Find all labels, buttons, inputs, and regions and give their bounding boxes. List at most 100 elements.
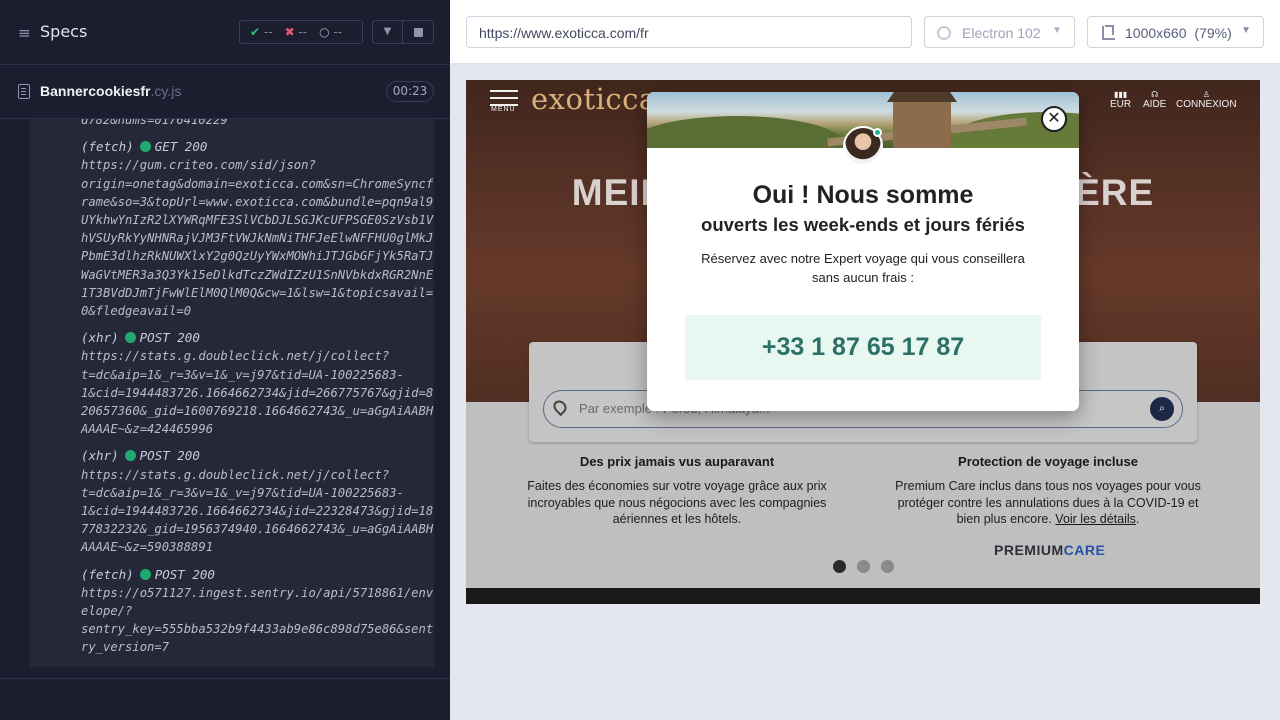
cypress-runner-panel: ≡ Specs ✔ -- ✖ -- ○ -- ▼ Bannercookiesfr.… bbox=[0, 0, 450, 720]
electron-icon bbox=[937, 26, 951, 40]
request-url-line: AAAAE~&z=590388891 bbox=[81, 540, 214, 555]
request-url-line: UYkhwYnIzR2lXYWRqMFE3SlVCbDJLSGJKcUFPSGE… bbox=[81, 213, 434, 228]
request-url-line: 77832232&_gid=1956374940.1664662743&_u=a… bbox=[81, 522, 434, 537]
spinner-icon: ○ bbox=[319, 25, 330, 39]
contact-popup-modal: ✕ Oui ! Nous somme ouverts les week-ends… bbox=[647, 92, 1079, 411]
request-method-status: GET 200 bbox=[154, 139, 208, 155]
status-dot-icon bbox=[124, 332, 136, 344]
request-url-line: WaGVtMER3a3Q3Yk15eDlkdTczZWdIZzU1SnNVbkd… bbox=[81, 267, 434, 282]
chevron-down-icon: ▼ bbox=[1241, 25, 1251, 36]
request-entry-header[interactable]: (xhr) POST 200 bbox=[30, 447, 434, 465]
request-entry-header[interactable]: (fetch) GET 200 bbox=[30, 138, 434, 156]
request-method-status: POST 200 bbox=[154, 566, 215, 582]
specs-list-icon: ≡ bbox=[18, 23, 31, 42]
feature-desc: Premium Care inclus dans tous nos voyage… bbox=[895, 479, 1201, 526]
carousel-dot-1[interactable] bbox=[833, 560, 846, 573]
spec-file-header: Bannercookiesfr.cy.js 00:23 bbox=[0, 65, 450, 119]
flag-fr-icon: ▮▮▮ bbox=[1113, 90, 1128, 99]
modal-title: Oui ! Nous somme bbox=[752, 181, 974, 209]
menu-label: MENU bbox=[491, 106, 516, 113]
location-pin-icon bbox=[550, 397, 570, 417]
modal-subtitle: ouverts les week-ends et jours fériés bbox=[701, 214, 1025, 235]
check-icon: ✔ bbox=[250, 25, 261, 39]
feature-protection: Protection de voyage incluse Premium Car… bbox=[893, 454, 1203, 528]
file-icon bbox=[18, 84, 30, 99]
feature-title: Des prix jamais vus auparavant bbox=[579, 454, 775, 469]
spec-duration: 00:23 bbox=[386, 81, 434, 102]
request-url-line: AAAAE~&z=424465996 bbox=[81, 422, 214, 437]
viewport-size: 1000x660 bbox=[1125, 25, 1187, 41]
failed-stat: ✖ -- bbox=[284, 25, 308, 39]
specs-header: ≡ Specs ✔ -- ✖ -- ○ -- ▼ bbox=[0, 0, 450, 65]
online-status-dot bbox=[873, 128, 882, 137]
passed-stat: ✔ -- bbox=[250, 25, 273, 39]
spec-file-name[interactable]: Bannercookiesfr.cy.js bbox=[40, 83, 181, 99]
request-type: (xhr) bbox=[81, 330, 119, 346]
log-line: d782&nums=0176410229 bbox=[81, 119, 228, 127]
request-url-line: rame&so=3&topUrl=www.exoticca.com&bundle… bbox=[81, 194, 434, 209]
request-method-status: POST 200 bbox=[139, 448, 200, 464]
close-modal-button[interactable]: ✕ bbox=[1041, 106, 1067, 132]
request-url-line: https://stats.g.doubleclick.net/j/collec… bbox=[81, 349, 390, 364]
chevron-down-icon: ▼ bbox=[1052, 25, 1062, 36]
command-log[interactable]: d782&nums=0176410229 (fetch) GET 200 https… bbox=[30, 119, 434, 667]
details-link[interactable]: Voir les détails bbox=[1055, 512, 1136, 526]
modal-text: Réservez avec notre Expert voyage qui vo… bbox=[701, 251, 1025, 285]
request-url-line: 0&fledgeavail=0 bbox=[81, 304, 192, 319]
request-type: (fetch) bbox=[81, 566, 134, 582]
specs-label: Specs bbox=[40, 22, 88, 41]
test-stats: ✔ -- ✖ -- ○ -- bbox=[239, 20, 363, 44]
login-link[interactable]: ♙ CONNEXION bbox=[1176, 90, 1237, 110]
request-url-line: origin=onetag&domain=exoticca.com&sn=Chr… bbox=[81, 176, 434, 191]
request-method-status: POST 200 bbox=[139, 330, 200, 346]
stop-button[interactable] bbox=[403, 20, 434, 44]
phone-number-button[interactable]: +33 1 87 65 17 87 bbox=[685, 315, 1041, 380]
request-url-line: sentry_key=555bba532b9f4433ab9e86c898d75… bbox=[81, 622, 434, 637]
request-url-line: 1T3BVdDJmTjFwWlElM0QlM0Q&cw=1&lsw=1&topi… bbox=[81, 285, 434, 300]
carousel-dot-2[interactable] bbox=[857, 560, 870, 573]
currency-selector[interactable]: ▮▮▮ EUR bbox=[1110, 90, 1131, 110]
request-url-line: hVSUyRkYyNHNRajVJM3FtVWJkNmNiTHFJeElwNFF… bbox=[81, 231, 434, 246]
request-type: (fetch) bbox=[81, 139, 134, 155]
request-url-line: https://stats.g.doubleclick.net/j/collec… bbox=[81, 467, 390, 482]
site-footer bbox=[466, 588, 1260, 604]
viewport-zoom: (79%) bbox=[1194, 25, 1232, 41]
request-url-line: PbmE3dlhzRkNUWXlxY2g0QzUyYWxMOWhiJTJGbGF… bbox=[81, 249, 434, 264]
status-dot-icon bbox=[139, 568, 151, 580]
carousel-dot-3[interactable] bbox=[881, 560, 894, 573]
browser-topbar: https://www.exoticca.com/fr Electron 102… bbox=[450, 0, 1280, 64]
x-icon: ✖ bbox=[284, 25, 295, 39]
request-entry-header[interactable]: (fetch) POST 200 bbox=[30, 566, 434, 584]
feature-title: Protection de voyage incluse bbox=[958, 454, 1138, 469]
browser-selector[interactable]: Electron 102 ▼ bbox=[924, 16, 1075, 48]
help-link[interactable]: ☊ AIDE bbox=[1143, 90, 1166, 110]
status-dot-icon bbox=[124, 450, 136, 462]
divider bbox=[0, 678, 450, 679]
specs-toggle[interactable]: ≡ Specs bbox=[18, 22, 87, 42]
request-type: (xhr) bbox=[81, 448, 119, 464]
request-url-line: https://gum.criteo.com/sid/json? bbox=[81, 158, 316, 173]
request-url-line: t=dc&aip=1&_r=3&v=1&_v=j97&tid=UA-100225… bbox=[81, 485, 404, 500]
request-url-line: 1&cid=1944483726.1664662734&jid=26677576… bbox=[81, 385, 434, 400]
site-logo[interactable]: exoticca bbox=[531, 82, 657, 116]
request-url-line: elope/? bbox=[81, 604, 133, 619]
request-url-line: https://o571127.ingest.sentry.io/api/571… bbox=[81, 585, 434, 600]
request-url-line: 20657360&_gid=1600769218.1664662743&_u=a… bbox=[81, 404, 434, 419]
request-url-line: ry_version=7 bbox=[81, 640, 170, 655]
pending-stat: ○ -- bbox=[319, 25, 343, 39]
feature-desc: Faites des économies sur votre voyage gr… bbox=[527, 479, 827, 526]
search-icon[interactable]: ⌕ bbox=[1150, 397, 1174, 421]
premium-care-logo: PREMIUMCARE bbox=[994, 542, 1106, 558]
headset-icon: ☊ bbox=[1151, 90, 1159, 99]
stop-icon bbox=[414, 28, 423, 37]
viewport-icon bbox=[1102, 25, 1115, 40]
viewport-selector[interactable]: 1000x660 (79%) ▼ bbox=[1087, 16, 1264, 48]
user-icon: ♙ bbox=[1202, 90, 1210, 99]
feature-prices: Des prix jamais vus auparavant Faites de… bbox=[522, 454, 832, 528]
request-url-line: 1&cid=1944483726.1664662734&jid=22328473… bbox=[81, 504, 434, 519]
command-log-content: d782&nums=0176410229 (fetch) GET 200 https… bbox=[30, 119, 434, 657]
request-entry-header[interactable]: (xhr) POST 200 bbox=[30, 329, 434, 347]
chevron-down-icon: ▼ bbox=[383, 26, 392, 37]
collapse-button[interactable]: ▼ bbox=[372, 20, 403, 44]
url-field[interactable]: https://www.exoticca.com/fr bbox=[466, 16, 912, 48]
